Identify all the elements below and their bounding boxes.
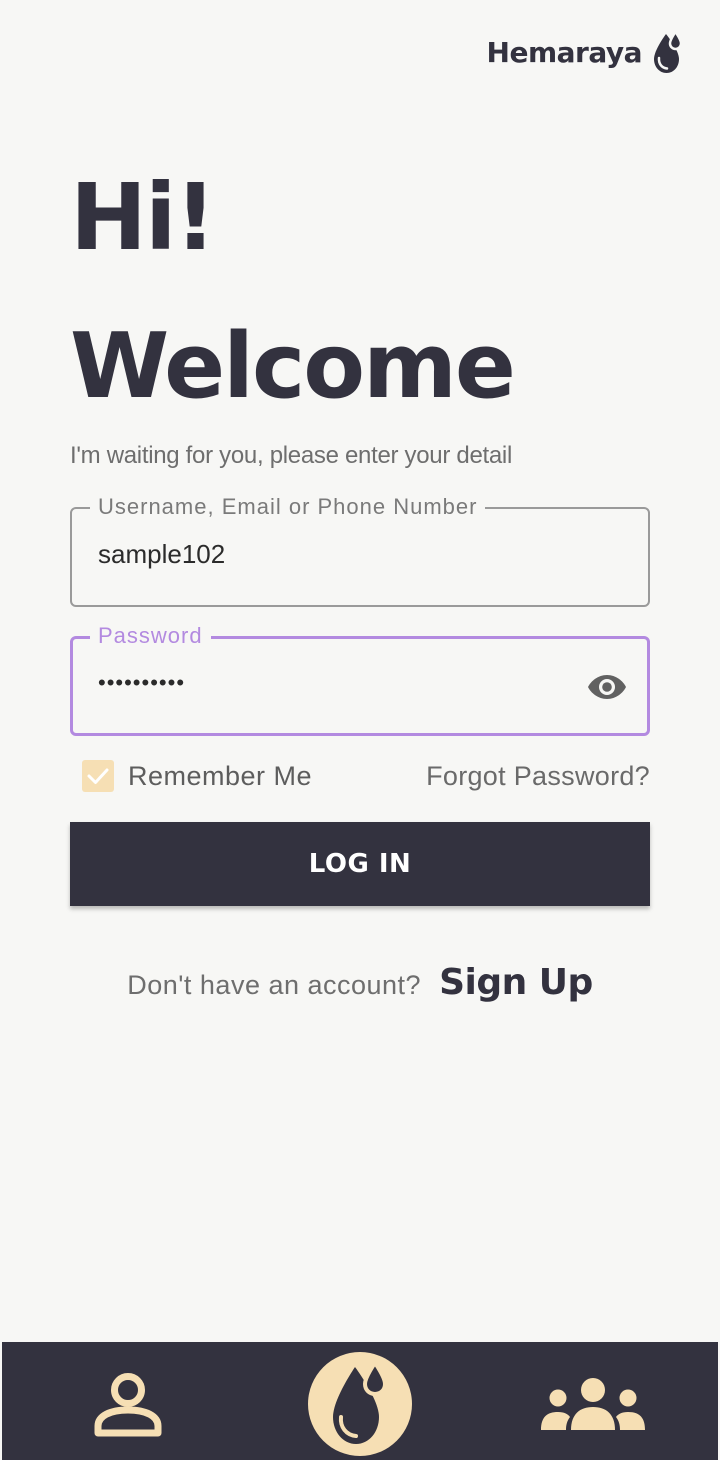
password-field[interactable]: Password ••••••••••: [70, 622, 650, 736]
username-label: Username, Email or Phone Number: [90, 493, 486, 521]
eye-icon[interactable]: [585, 669, 629, 705]
signup-question: Don't have an account?: [127, 970, 422, 1000]
blood-drops-icon: [652, 30, 684, 74]
username-value[interactable]: sample102: [98, 539, 225, 570]
brand-header: Hemaraya: [487, 30, 684, 74]
greeting-heading: Hi!: [70, 164, 216, 271]
brand-name: Hemaraya: [486, 35, 643, 69]
password-label: Password: [90, 622, 211, 650]
signup-row: Don't have an account? Sign Up: [0, 962, 720, 1003]
nav-profile-button[interactable]: [86, 1366, 170, 1446]
remember-me-checkbox[interactable]: Remember Me: [82, 760, 312, 792]
signup-link[interactable]: Sign Up: [439, 962, 593, 1003]
login-button[interactable]: LOG IN: [70, 822, 650, 906]
welcome-heading: Welcome: [70, 314, 516, 419]
username-field[interactable]: Username, Email or Phone Number sample10…: [70, 493, 650, 607]
login-screen: Hemaraya Hi! Welcome I'm waiting for you…: [0, 0, 720, 1460]
person-icon: [94, 1373, 162, 1437]
subtitle-text: I'm waiting for you, please enter your d…: [70, 442, 512, 469]
nav-community-button[interactable]: [534, 1372, 652, 1438]
bottom-navigation: [2, 1342, 718, 1460]
remember-me-label: Remember Me: [128, 760, 313, 791]
nav-home-button[interactable]: [308, 1352, 412, 1456]
blood-drops-icon: [333, 1359, 388, 1444]
checkbox-checked[interactable]: [82, 760, 114, 792]
forgot-password-link[interactable]: Forgot Password?: [426, 761, 650, 792]
group-icon: [541, 1378, 645, 1430]
password-value[interactable]: ••••••••••: [98, 670, 185, 696]
